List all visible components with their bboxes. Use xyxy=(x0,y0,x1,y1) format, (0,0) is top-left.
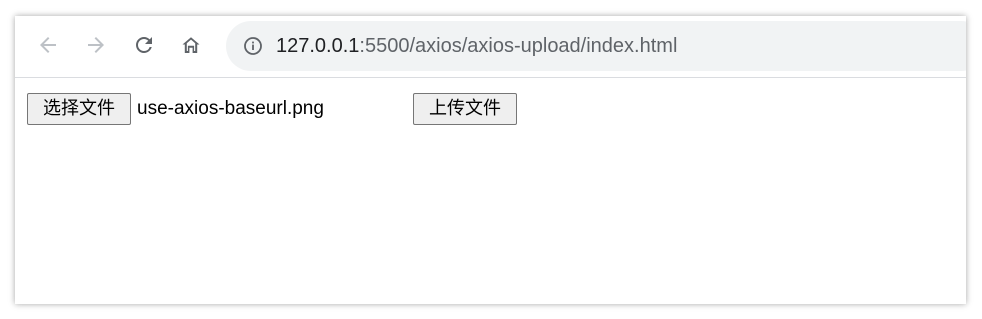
back-arrow-icon xyxy=(36,33,60,57)
url-path: :5500/axios/axios-upload/index.html xyxy=(359,35,678,57)
page-content: 选择文件 use-axios-baseurl.png 上传文件 xyxy=(15,78,966,304)
info-icon[interactable] xyxy=(243,36,263,56)
forward-arrow-icon xyxy=(84,33,108,57)
home-button[interactable] xyxy=(176,30,206,60)
choose-file-button[interactable]: 选择文件 xyxy=(27,93,131,125)
browser-window: 127.0.0.1:5500/axios/axios-upload/index.… xyxy=(15,16,966,304)
url-host: 127.0.0.1 xyxy=(276,35,360,57)
upload-file-button[interactable]: 上传文件 xyxy=(413,93,517,125)
address-bar[interactable]: 127.0.0.1:5500/axios/axios-upload/index.… xyxy=(226,21,966,71)
screenshot-stage: 127.0.0.1:5500/axios/axios-upload/index.… xyxy=(0,0,982,319)
address-url[interactable]: 127.0.0.1:5500/axios/axios-upload/index.… xyxy=(276,33,677,59)
reload-icon xyxy=(132,33,156,57)
forward-button[interactable] xyxy=(81,30,111,60)
home-icon xyxy=(179,33,203,57)
browser-toolbar: 127.0.0.1:5500/axios/axios-upload/index.… xyxy=(15,16,966,78)
reload-button[interactable] xyxy=(129,30,159,60)
back-button[interactable] xyxy=(33,30,63,60)
selected-file-name: use-axios-baseurl.png xyxy=(137,98,324,119)
